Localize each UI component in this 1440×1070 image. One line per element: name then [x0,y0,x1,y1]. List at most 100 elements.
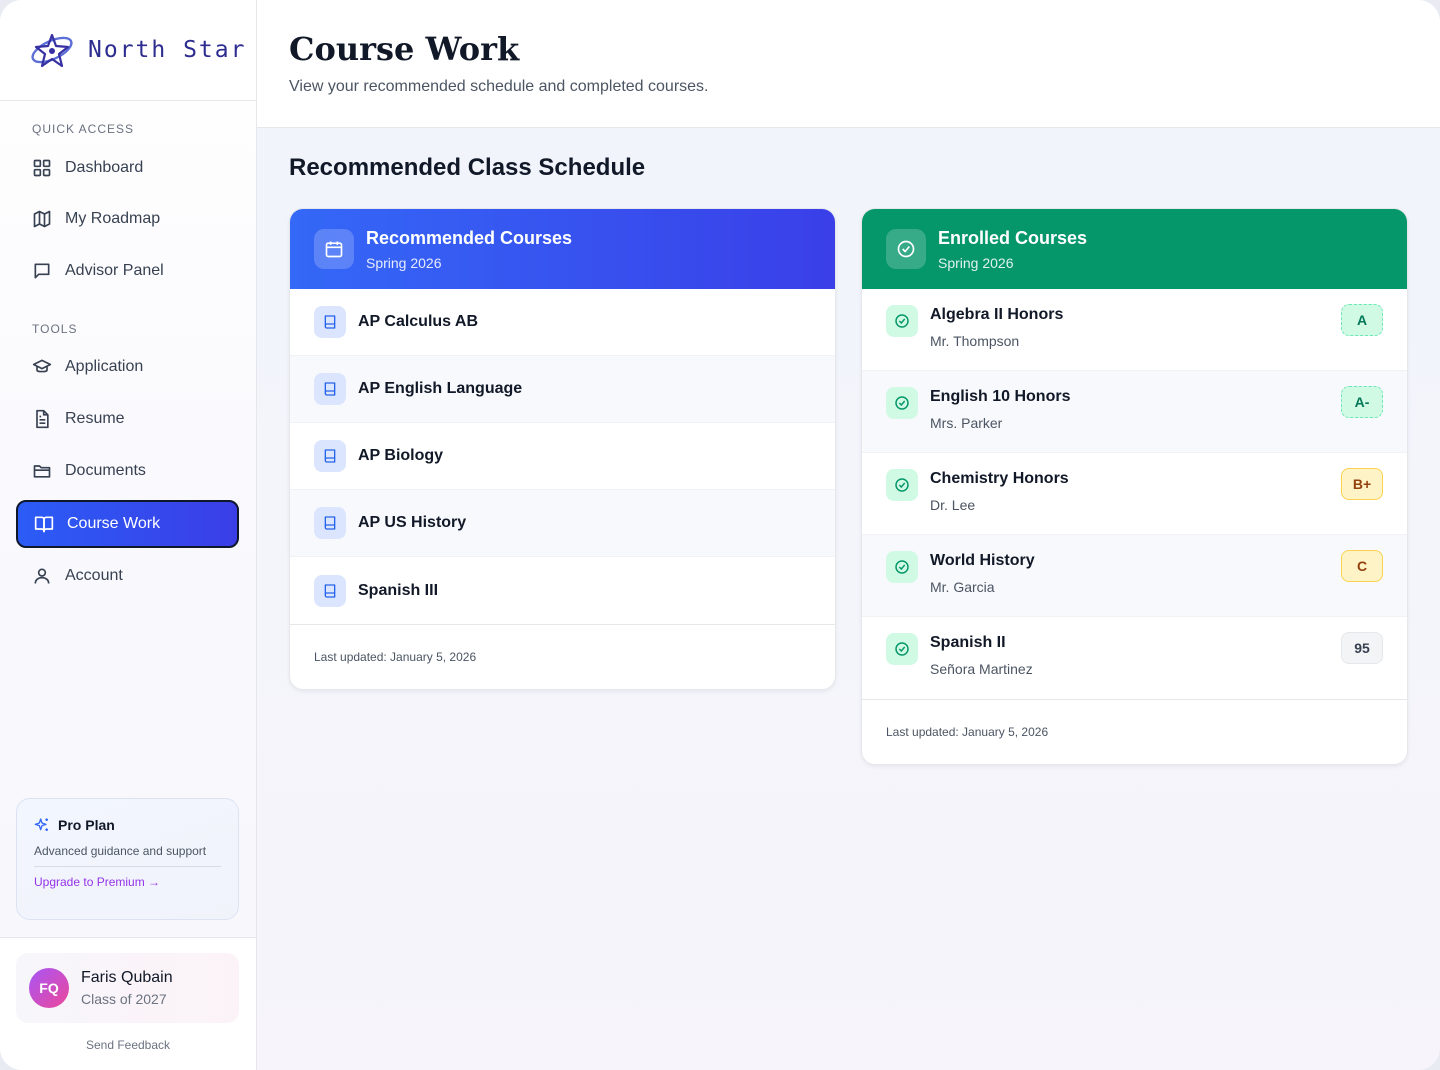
teacher-name: Mr. Thompson [930,333,1020,349]
pro-plan-title-text: Pro Plan [58,817,115,833]
book-icon [324,449,336,463]
nav-label: Documents [65,462,146,479]
nav-label: Dashboard [65,159,144,176]
recommended-card-header: Recommended Courses Spring 2026 [290,209,835,289]
nav-label: Resume [65,410,125,427]
grade-badge: 95 [1341,632,1383,664]
grid-icon [33,159,51,177]
nav-label: Advisor Panel [65,262,164,279]
send-feedback-link[interactable]: Send Feedback [0,1038,256,1052]
recommended-courses-card: Recommended Courses Spring 2026 AP Calcu… [289,208,836,690]
course-name: Chemistry Honors [930,470,1069,487]
teacher-name: Mrs. Parker [930,415,1003,431]
nav-label: Course Work [67,515,161,532]
user-section: FQ Faris Qubain Class of 2027 Send Feedb… [0,937,256,1070]
map-icon [33,210,51,228]
card-title: Enrolled Courses [938,227,1088,248]
grade-badge: B+ [1341,468,1383,500]
user-class: Class of 2027 [81,991,167,1007]
pro-plan-description: Advanced guidance and support [34,844,207,858]
calendar-icon [325,241,343,258]
nav-item-my-roadmap[interactable]: My Roadmap [16,195,239,243]
message-icon [34,263,50,279]
card-title: Recommended Courses [366,227,573,248]
nav-item-course-work[interactable]: Course Work [16,500,239,548]
nav-label: My Roadmap [65,210,161,227]
last-updated: Last updated: January 5, 2026 [862,699,1407,764]
check-circle-icon [895,642,909,656]
teacher-name: Señora Martinez [930,661,1033,677]
book-icon-box [314,440,346,472]
sparkles-icon [34,818,48,831]
check-circle-icon [897,240,915,258]
book-icon [324,583,336,598]
book-icon [324,516,336,530]
course-name: World History [930,552,1035,569]
user-icon [34,568,50,584]
course-name: Spanish II [930,634,1006,651]
list-item[interactable]: AP Calculus AB [290,289,835,356]
book-icon-box [314,574,346,607]
grade-badge: A [1341,304,1383,336]
course-name: AP Calculus AB [358,313,479,330]
section-title: Recommended Class Schedule [289,154,646,181]
teacher-name: Dr. Lee [930,497,976,513]
user-name: Faris Qubain [81,969,173,986]
check-circle-icon [895,396,909,410]
nav-item-application[interactable]: Application [16,343,239,391]
calendar-icon-box [314,229,354,269]
folder-icon [33,465,51,478]
list-item[interactable]: Spanish III [290,557,835,624]
course-name: AP English Language [358,380,523,397]
nav-label: Application [65,358,144,375]
pro-plan-title: Pro Plan [34,817,221,833]
check-circle-icon [895,560,909,574]
list-item[interactable]: Chemistry Honors Dr. Lee B+ [862,453,1407,535]
check-icon-box [886,551,918,583]
check-icon-box [886,469,918,501]
list-item[interactable]: English 10 Honors Mrs. Parker A- [862,371,1407,453]
list-item[interactable]: Spanish II Señora Martinez 95 [862,617,1407,699]
list-item[interactable]: AP Biology [290,423,835,490]
nav-item-advisor-panel[interactable]: Advisor Panel [16,247,239,295]
nav-item-resume[interactable]: Resume [16,395,239,443]
user-profile-card[interactable]: FQ Faris Qubain Class of 2027 [16,953,239,1023]
last-updated: Last updated: January 5, 2026 [290,624,835,689]
card-term: Spring 2026 [938,254,1014,271]
nav-item-account[interactable]: Account [16,552,239,600]
list-item[interactable]: World History Mr. Garcia C [862,535,1407,617]
nav-label: Account [65,567,123,584]
brand[interactable]: North Star [0,0,256,101]
grade-badge: C [1341,550,1383,582]
avatar: FQ [29,968,69,1008]
list-item[interactable]: AP US History [290,490,835,557]
divider [34,866,221,867]
grade-badge: A- [1341,386,1383,418]
book-icon-box [314,306,346,338]
course-name: Spanish III [358,581,439,599]
brand-name: North Star [88,37,247,63]
course-name: AP US History [358,514,467,531]
teacher-name: Mr. Garcia [930,579,995,595]
upgrade-link[interactable]: Upgrade to Premium → [34,875,221,889]
quick-access-label: QUICK ACCESS [32,122,135,136]
file-text-icon [36,409,49,429]
page-subtitle: View your recommended schedule and compl… [289,78,709,95]
page-header: Course Work View your recommended schedu… [257,0,1440,128]
book-icon-box [314,507,346,539]
book-open-icon [34,516,54,533]
course-name: English 10 Honors [930,388,1071,405]
nav-item-documents[interactable]: Documents [16,447,239,495]
sidebar: North Star QUICK ACCESS Dashboard My Roa… [0,0,257,1070]
list-item[interactable]: AP English Language [290,356,835,423]
main-content: Course Work View your recommended schedu… [257,0,1440,1070]
check-circle-icon-box [886,229,926,269]
book-icon [324,382,336,396]
nav-item-dashboard[interactable]: Dashboard [16,144,239,192]
app-window: North Star QUICK ACCESS Dashboard My Roa… [0,0,1440,1070]
course-name: AP Biology [358,447,444,464]
check-circle-icon [895,478,909,492]
list-item[interactable]: Algebra II Honors Mr. Thompson A [862,289,1407,371]
enrolled-card-header: Enrolled Courses Spring 2026 [862,209,1407,289]
card-term: Spring 2026 [366,254,442,271]
